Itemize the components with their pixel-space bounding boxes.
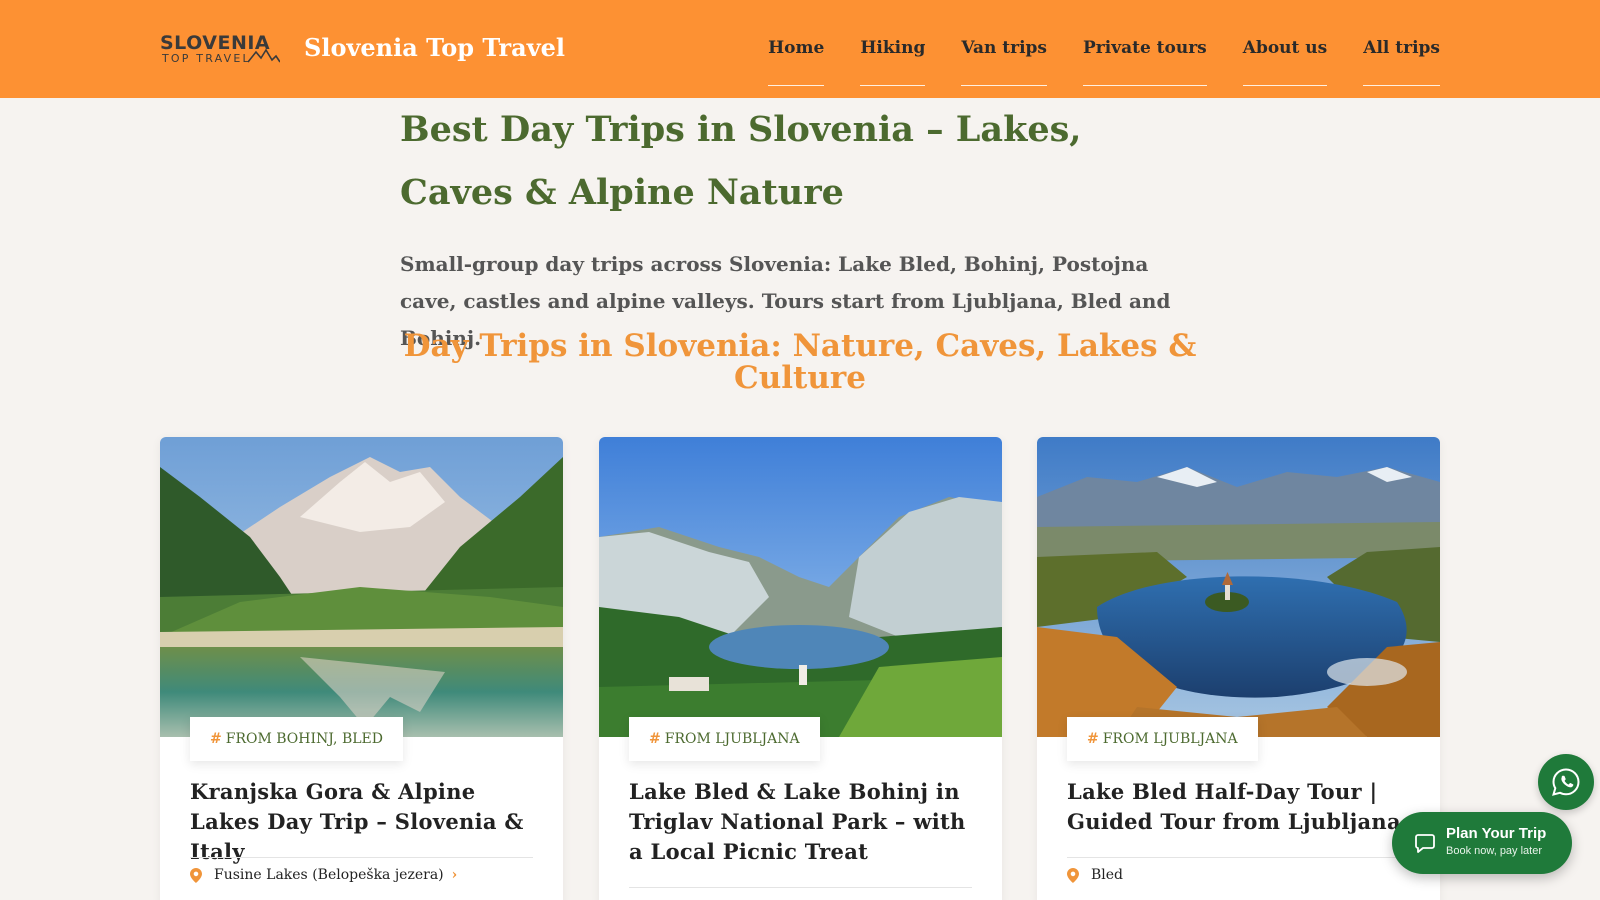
hash-icon: # <box>1087 731 1099 747</box>
card-divider <box>190 857 533 858</box>
plan-button-title: Plan Your Trip <box>1446 825 1547 842</box>
trip-tag-label: FROM BOHINJ, BLED <box>225 731 383 747</box>
trip-tag[interactable]: # FROM LJUBLJANA <box>629 717 820 761</box>
whatsapp-icon <box>1552 768 1580 796</box>
chevron-right-icon[interactable]: › <box>452 867 458 883</box>
main-nav: Home Hiking Van trips Private tours Abou… <box>768 36 1440 86</box>
section-title: Day Trips in Slovenia: Nature, Caves, La… <box>403 328 1197 396</box>
plan-button-subtitle: Book now, pay later <box>1446 845 1543 857</box>
nav-about-us[interactable]: About us <box>1242 36 1328 86</box>
whatsapp-button[interactable] <box>1538 754 1594 810</box>
trip-location[interactable]: Fusine Lakes (Belopeška jezera) › <box>190 867 457 883</box>
trip-tag-label: FROM LJUBLJANA <box>1102 731 1238 747</box>
nav-van-trips[interactable]: Van trips <box>961 36 1047 86</box>
hash-icon: # <box>649 731 661 747</box>
card-divider <box>629 887 972 888</box>
mountain-lake-image[interactable] <box>160 437 563 737</box>
trip-location-label: Fusine Lakes (Belopeška jezera) <box>214 867 444 883</box>
chat-bubble-icon <box>1415 834 1435 853</box>
valley-lake-image[interactable] <box>599 437 1002 737</box>
nav-private-tours[interactable]: Private tours <box>1083 36 1207 86</box>
card-divider <box>1067 857 1410 858</box>
hash-icon: # <box>210 731 222 747</box>
trip-title[interactable]: Kranjska Gora & Alpine Lakes Day Trip – … <box>190 777 540 867</box>
trip-title[interactable]: Lake Bled Half-Day Tour | Guided Tour fr… <box>1067 777 1417 837</box>
trip-title[interactable]: Lake Bled & Lake Bohinj in Triglav Natio… <box>629 777 979 867</box>
site-header: SLOVENIA TOP TRAVEL Slovenia Top Travel … <box>0 0 1600 98</box>
location-pin-icon <box>190 867 202 883</box>
trip-tag[interactable]: # FROM BOHINJ, BLED <box>190 717 403 761</box>
logo-subtitle: TOP TRAVEL <box>162 52 251 65</box>
trip-card-kranjska-gora[interactable]: # FROM BOHINJ, BLED Kranjska Gora & Alpi… <box>160 437 563 900</box>
plan-your-trip-button[interactable]: Plan Your Trip Book now, pay later <box>1392 812 1572 874</box>
lake-bled-island-image[interactable] <box>1037 437 1440 737</box>
site-logo[interactable]: SLOVENIA TOP TRAVEL <box>160 32 280 68</box>
trip-card-lake-bled[interactable]: # FROM LJUBLJANA Lake Bled Half-Day Tour… <box>1037 437 1440 900</box>
trip-card-bled-bohinj[interactable]: # FROM LJUBLJANA Lake Bled & Lake Bohinj… <box>599 437 1002 900</box>
site-title[interactable]: Slovenia Top Travel <box>304 30 565 66</box>
nav-home[interactable]: Home <box>768 36 825 86</box>
nav-hiking[interactable]: Hiking <box>860 36 926 86</box>
trip-location[interactable]: Bled <box>1067 867 1123 883</box>
trip-tag-label: FROM LJUBLJANA <box>664 731 800 747</box>
trip-tag[interactable]: # FROM LJUBLJANA <box>1067 717 1258 761</box>
trip-location-label: Bled <box>1091 867 1124 883</box>
page-title: Best Day Trips in Slovenia – Lakes, Cave… <box>400 109 1082 213</box>
location-pin-icon <box>1067 867 1079 883</box>
nav-all-trips[interactable]: All trips <box>1363 36 1440 86</box>
logo-mountain-icon <box>248 48 280 63</box>
